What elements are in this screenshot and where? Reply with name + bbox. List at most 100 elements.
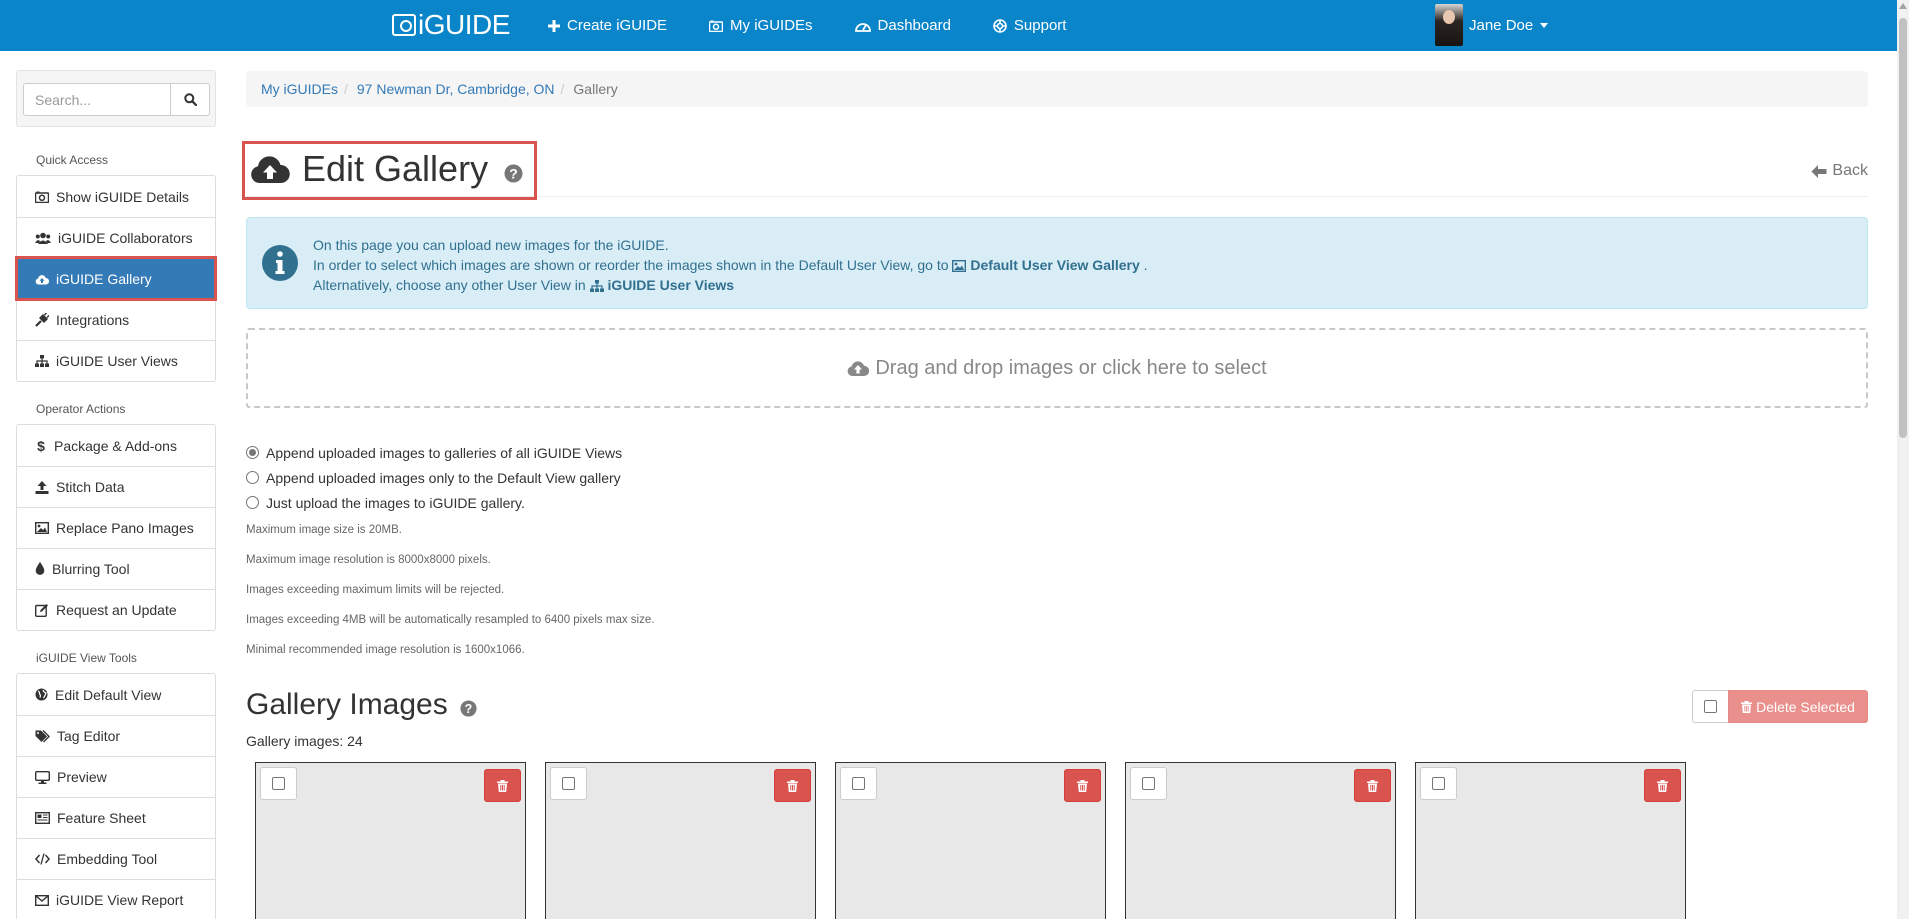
info-line-3: Alternatively, choose any other User Vie… bbox=[313, 275, 1148, 295]
trash-icon bbox=[1741, 700, 1753, 713]
section-title-operator-actions: Operator Actions bbox=[36, 402, 126, 416]
nav-dashboard[interactable]: Dashboard bbox=[854, 17, 951, 34]
sidebar-item-blurring-tool[interactable]: Blurring Tool bbox=[17, 548, 215, 589]
gallery-card[interactable] bbox=[1125, 762, 1396, 919]
card-select-button[interactable] bbox=[840, 767, 877, 800]
nav-create-iguide[interactable]: Create iGUIDE bbox=[548, 17, 667, 34]
info-line-2: In order to select which images are show… bbox=[313, 255, 1148, 275]
sidebar-item-label: Embedding Tool bbox=[57, 851, 158, 867]
operator-actions-section: Operator Actions $ Package & Add-ons Sti… bbox=[16, 399, 216, 631]
question-circle-icon[interactable]: ? bbox=[504, 164, 523, 183]
nav-links: Create iGUIDE My iGUIDEs Dashboard Suppo… bbox=[548, 0, 1108, 51]
scrollbar-thumb[interactable] bbox=[1899, 18, 1907, 438]
card-select-button[interactable] bbox=[1420, 767, 1457, 800]
nav-my-iguides-label: My iGUIDEs bbox=[730, 17, 813, 34]
trash-icon bbox=[1657, 779, 1668, 792]
svg-text:$: $ bbox=[37, 439, 45, 453]
upload-options: Append uploaded images to galleries of a… bbox=[246, 440, 622, 515]
gallery-card[interactable] bbox=[1415, 762, 1686, 919]
card-select-button[interactable] bbox=[550, 767, 587, 800]
sidebar-item-show-iguide-details[interactable]: Show iGUIDE Details bbox=[17, 176, 215, 217]
upload-option-default-view[interactable]: Append uploaded images only to the Defau… bbox=[246, 465, 622, 490]
card-delete-button[interactable] bbox=[484, 769, 521, 802]
sidebar-item-replace-pano-images[interactable]: Replace Pano Images bbox=[17, 507, 215, 548]
nav-dashboard-label: Dashboard bbox=[877, 17, 951, 34]
card-select-button[interactable] bbox=[260, 767, 297, 800]
upload-option-all-views[interactable]: Append uploaded images to galleries of a… bbox=[246, 440, 622, 465]
image-icon bbox=[952, 260, 967, 272]
envelope-icon bbox=[35, 894, 49, 906]
avatar bbox=[1435, 4, 1463, 46]
user-menu[interactable]: Jane Doe bbox=[1435, 4, 1549, 46]
trash-icon bbox=[1367, 779, 1378, 792]
search-input[interactable] bbox=[23, 83, 171, 116]
delete-selected-button[interactable]: Delete Selected bbox=[1728, 690, 1868, 723]
card-checkbox[interactable] bbox=[852, 777, 865, 790]
breadcrumb-my-iguides[interactable]: My iGUIDEs bbox=[261, 81, 338, 97]
back-label: Back bbox=[1832, 162, 1868, 179]
sidebar-item-iguide-gallery[interactable]: iGUIDE Gallery bbox=[15, 256, 217, 301]
section-title-quick-access: Quick Access bbox=[36, 153, 109, 167]
sidebar-item-iguide-view-report[interactable]: iGUIDE View Report bbox=[17, 879, 215, 919]
sidebar-item-label: Replace Pano Images bbox=[56, 520, 194, 536]
sidebar-item-embedding-tool[interactable]: Embedding Tool bbox=[17, 838, 215, 879]
question-circle-icon[interactable]: ? bbox=[460, 699, 477, 717]
brand-logo[interactable]: iGUIDE bbox=[392, 9, 510, 40]
nav-support[interactable]: Support bbox=[993, 17, 1067, 34]
card-delete-button[interactable] bbox=[1644, 769, 1681, 802]
camera-icon bbox=[35, 191, 49, 203]
upload-notes: Maximum image size is 20MB. Maximum imag… bbox=[246, 520, 654, 670]
select-all-checkbox[interactable] bbox=[1704, 700, 1717, 713]
tags-icon bbox=[35, 729, 50, 742]
card-checkbox[interactable] bbox=[1432, 777, 1445, 790]
page-scrollbar[interactable] bbox=[1897, 0, 1909, 919]
radio-just-upload[interactable] bbox=[246, 496, 259, 509]
plug-icon bbox=[35, 313, 49, 327]
cloud-upload-icon bbox=[35, 274, 49, 284]
card-delete-button[interactable] bbox=[1354, 769, 1391, 802]
scroll-up-arrow-icon[interactable] bbox=[1899, 3, 1907, 9]
gallery-card[interactable] bbox=[545, 762, 816, 919]
sidebar-item-iguide-collaborators[interactable]: iGUIDE Collaborators bbox=[17, 217, 215, 258]
image-dropzone[interactable]: Drag and drop images or click here to se… bbox=[246, 328, 1868, 408]
sidebar-item-label: Package & Add-ons bbox=[54, 437, 177, 454]
radio-label: Just upload the images to iGUIDE gallery… bbox=[266, 494, 525, 511]
sidebar-item-package-add-ons[interactable]: $ Package & Add-ons bbox=[17, 425, 215, 466]
nav-my-iguides[interactable]: My iGUIDEs bbox=[709, 17, 813, 34]
card-checkbox[interactable] bbox=[272, 777, 285, 790]
radio-label: Append uploaded images to galleries of a… bbox=[266, 444, 623, 461]
iguide-user-views-link[interactable]: iGUIDE User Views bbox=[608, 277, 735, 293]
sidebar-item-stitch-data[interactable]: Stitch Data bbox=[17, 466, 215, 507]
sidebar-item-request-an-update[interactable]: Request an Update bbox=[17, 589, 215, 630]
trash-icon bbox=[497, 779, 508, 792]
radio-default-view[interactable] bbox=[246, 471, 259, 484]
card-delete-button[interactable] bbox=[774, 769, 811, 802]
sidebar-search bbox=[16, 70, 216, 127]
radio-all-views[interactable] bbox=[246, 446, 259, 459]
gallery-card[interactable] bbox=[835, 762, 1106, 919]
sidebar-item-feature-sheet[interactable]: Feature Sheet bbox=[17, 797, 215, 838]
back-link[interactable]: Back bbox=[1811, 162, 1868, 180]
select-all-button[interactable] bbox=[1692, 690, 1729, 723]
sidebar-item-tag-editor[interactable]: Tag Editor bbox=[17, 715, 215, 756]
card-select-button[interactable] bbox=[1130, 767, 1167, 800]
card-checkbox[interactable] bbox=[562, 777, 575, 790]
gallery-title: Gallery Images ? bbox=[246, 688, 477, 722]
card-checkbox[interactable] bbox=[1142, 777, 1155, 790]
sidebar-item-label: Edit Default View bbox=[55, 686, 162, 703]
info-alert: On this page you can upload new images f… bbox=[246, 217, 1868, 309]
gallery-card[interactable] bbox=[255, 762, 526, 919]
sidebar-item-preview[interactable]: Preview bbox=[17, 756, 215, 797]
quick-access-list: Show iGUIDE Details iGUIDE Collaborators… bbox=[15, 175, 217, 382]
default-user-view-gallery-link[interactable]: Default User View Gallery bbox=[970, 257, 1139, 273]
droplet-icon bbox=[35, 562, 45, 575]
nav-support-label: Support bbox=[1013, 17, 1067, 34]
sidebar-item-integrations[interactable]: Integrations bbox=[17, 299, 215, 340]
upload-option-just-upload[interactable]: Just upload the images to iGUIDE gallery… bbox=[246, 490, 622, 515]
code-icon bbox=[35, 853, 50, 865]
card-delete-button[interactable] bbox=[1064, 769, 1101, 802]
sidebar-item-iguide-user-views[interactable]: iGUIDE User Views bbox=[17, 340, 215, 381]
search-button[interactable] bbox=[170, 83, 210, 116]
breadcrumb-address[interactable]: 97 Newman Dr, Cambridge, ON bbox=[357, 81, 555, 97]
sidebar-item-edit-default-view[interactable]: Edit Default View bbox=[17, 674, 215, 715]
